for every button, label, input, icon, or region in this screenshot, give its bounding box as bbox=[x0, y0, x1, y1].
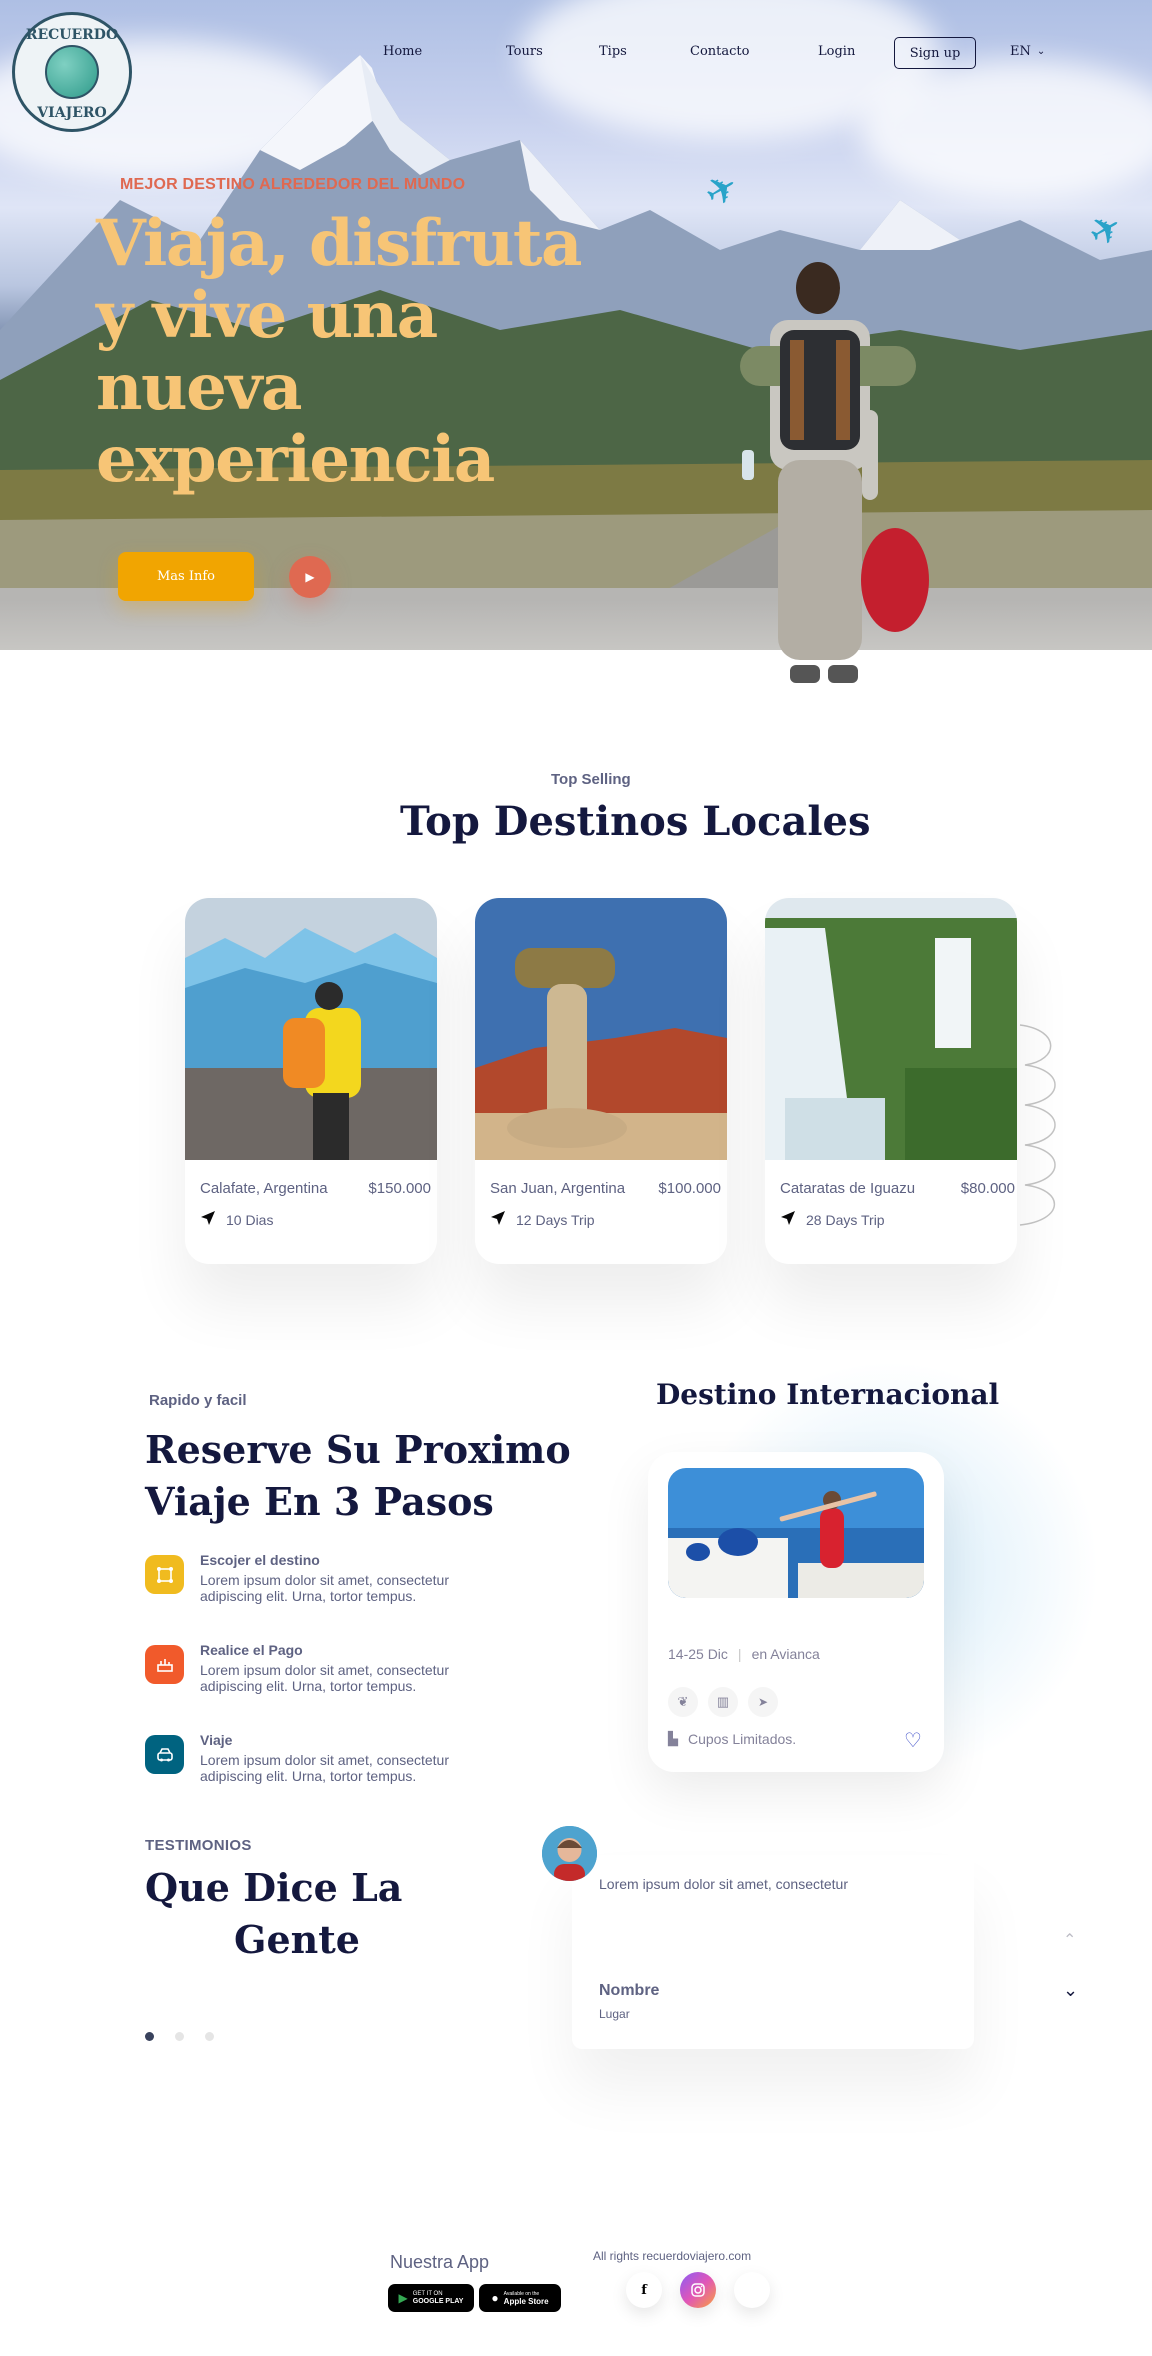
testimonial-place: Lugar bbox=[599, 2007, 630, 2021]
mas-info-button[interactable]: Mas Info bbox=[118, 552, 254, 601]
send-icon[interactable]: ➤ bbox=[748, 1687, 778, 1717]
testimonial-avatar bbox=[542, 1826, 597, 1881]
chevron-up-icon[interactable]: ⌃ bbox=[1063, 1930, 1076, 1950]
testimonials-title-line-1: Que Dice La bbox=[145, 1865, 403, 1910]
destination-card-san-juan[interactable]: San Juan, Argentina $100.000 12 Days Tri… bbox=[475, 898, 727, 1264]
navigation-arrow-icon bbox=[491, 1211, 505, 1225]
international-title: Destino Internacional bbox=[656, 1378, 1000, 1411]
map-icon[interactable]: ▥ bbox=[708, 1687, 738, 1717]
navigation-arrow-icon bbox=[781, 1211, 795, 1225]
building-icon: ▙ bbox=[668, 1731, 678, 1746]
destination-duration: 28 Days Trip bbox=[806, 1212, 885, 1228]
destination-name: San Juan, Argentina bbox=[490, 1180, 626, 1197]
availability-row: ▙ Cupos Limitados. bbox=[668, 1731, 796, 1747]
testimonials-title: Que Dice La Gente bbox=[145, 1862, 445, 1966]
taxi-icon bbox=[145, 1735, 184, 1774]
apple-store-button[interactable]: ● Available on the Apple Store bbox=[479, 2284, 561, 2312]
testimonials-eyebrow: TESTIMONIOS bbox=[145, 1837, 252, 1854]
step-description: Lorem ipsum dolor sit amet, consectetur … bbox=[200, 1572, 449, 1604]
destination-duration: 10 Dias bbox=[226, 1212, 274, 1228]
apple-icon: ● bbox=[491, 2291, 499, 2305]
steps-eyebrow: Rapido y facil bbox=[149, 1392, 247, 1409]
google-play-button[interactable]: ▶ GET IT ON GOOGLE PLAY bbox=[388, 2284, 474, 2312]
hero-headline: Viaja, disfruta y vive una nueva experie… bbox=[96, 208, 656, 496]
destination-price: $80.000 bbox=[960, 1180, 1015, 1197]
step-title: Realice el Pago bbox=[200, 1642, 303, 1658]
testimonial-quote: Lorem ipsum dolor sit amet, consectetur bbox=[599, 1876, 848, 1892]
trip-airline: en Avianca bbox=[751, 1646, 820, 1662]
testimonials-title-line-2: Gente bbox=[234, 1917, 360, 1962]
hero-eyebrow: MEJOR DESTINO ALREDEDOR DEL MUNDO bbox=[120, 176, 466, 193]
play-video-button[interactable]: ▶ bbox=[289, 556, 331, 598]
swirl-decoration bbox=[1019, 1024, 1056, 1226]
headline-line-1: Viaja, disfruta bbox=[96, 206, 582, 281]
testimonial-card: Lorem ipsum dolor sit amet, consectetur … bbox=[572, 1855, 974, 2049]
language-selector[interactable]: EN ⌄ bbox=[1010, 44, 1045, 59]
steps-title: Reserve Su Proximo Viaje En 3 Pasos bbox=[145, 1424, 571, 1528]
signup-button[interactable]: Sign up bbox=[894, 37, 976, 69]
carousel-dot-3[interactable] bbox=[205, 2032, 214, 2041]
destination-price: $150.000 bbox=[368, 1180, 431, 1197]
headline-line-3: experiencia bbox=[96, 422, 495, 497]
top-destinos-title: Top Destinos Locales bbox=[400, 798, 871, 845]
step-description: Lorem ipsum dolor sit amet, consectetur … bbox=[200, 1752, 449, 1784]
globe-icon bbox=[45, 45, 99, 99]
instagram-icon[interactable] bbox=[680, 2272, 716, 2308]
traveler-illustration bbox=[740, 262, 929, 683]
site-logo[interactable]: RECUERDO VIAJERO bbox=[12, 12, 132, 132]
destination-price: $100.000 bbox=[658, 1180, 721, 1197]
heart-icon[interactable]: ♡ bbox=[904, 1728, 922, 1753]
language-label: EN bbox=[1010, 44, 1031, 59]
trip-dates: 14-25 Dic bbox=[668, 1646, 728, 1662]
destination-name: Calafate, Argentina bbox=[200, 1180, 328, 1197]
steps-title-line-2: Viaje En 3 Pasos bbox=[145, 1479, 494, 1524]
twitter-icon[interactable] bbox=[734, 2272, 770, 2308]
glacier-photo bbox=[185, 898, 437, 1160]
step-title: Viaje bbox=[200, 1732, 233, 1748]
carousel-dot-2[interactable] bbox=[175, 2032, 184, 2041]
santorini-photo bbox=[668, 1468, 924, 1598]
testimonial-name: Nombre bbox=[599, 1982, 660, 1999]
hero-section: ✈ ✈ RECUERDO VIAJERO Home Tours Tips Con… bbox=[0, 0, 1152, 650]
leaf-icon[interactable]: ❦ bbox=[668, 1687, 698, 1717]
chevron-down-icon[interactable]: ⌄ bbox=[1063, 1980, 1078, 2001]
step-title: Escojer el destino bbox=[200, 1552, 320, 1568]
app-title: Nuestra App bbox=[390, 2252, 490, 2272]
nav-home[interactable]: Home bbox=[383, 44, 422, 59]
facebook-icon[interactable]: f bbox=[626, 2272, 662, 2308]
logo-text-bottom: VIAJERO bbox=[37, 105, 107, 121]
destination-name: Cataratas de Iguazu bbox=[780, 1180, 916, 1197]
destination-card-calafate[interactable]: Calafate, Argentina $150.000 10 Dias bbox=[185, 898, 437, 1264]
nav-login[interactable]: Login bbox=[818, 44, 855, 59]
carousel-dot-1[interactable] bbox=[145, 2032, 154, 2041]
destination-card-iguazu[interactable]: Cataratas de Iguazu $80.000 28 Days Trip bbox=[765, 898, 1017, 1264]
rock-formation-photo bbox=[475, 898, 727, 1160]
chevron-down-icon: ⌄ bbox=[1036, 46, 1046, 57]
select-destination-icon bbox=[145, 1555, 184, 1594]
nav-tours[interactable]: Tours bbox=[506, 44, 543, 59]
nav-contacto[interactable]: Contacto bbox=[690, 44, 749, 59]
nav-tips[interactable]: Tips bbox=[599, 44, 627, 59]
logo-text-top: RECUERDO bbox=[25, 27, 119, 43]
navigation-arrow-icon bbox=[201, 1211, 215, 1225]
google-play-icon: ▶ bbox=[398, 2291, 408, 2305]
play-icon: ▶ bbox=[305, 570, 315, 584]
steps-title-line-1: Reserve Su Proximo bbox=[145, 1427, 571, 1472]
top-selling-label: Top Selling bbox=[551, 771, 631, 788]
headline-line-2: y vive una nueva bbox=[96, 278, 438, 425]
destination-duration: 12 Days Trip bbox=[516, 1212, 595, 1228]
international-destination-card[interactable]: 14-25 Dic | en Avianca ❦ ▥ ➤ ▙ Cupos Lim… bbox=[648, 1452, 944, 1772]
copyright-text: All rights recuerdoviajero.com bbox=[593, 2249, 752, 2263]
payment-icon bbox=[145, 1645, 184, 1684]
waterfall-photo bbox=[765, 898, 1017, 1160]
availability-text: Cupos Limitados. bbox=[688, 1731, 797, 1747]
step-description: Lorem ipsum dolor sit amet, consectetur … bbox=[200, 1662, 449, 1694]
trip-details: 14-25 Dic | en Avianca bbox=[668, 1646, 820, 1662]
